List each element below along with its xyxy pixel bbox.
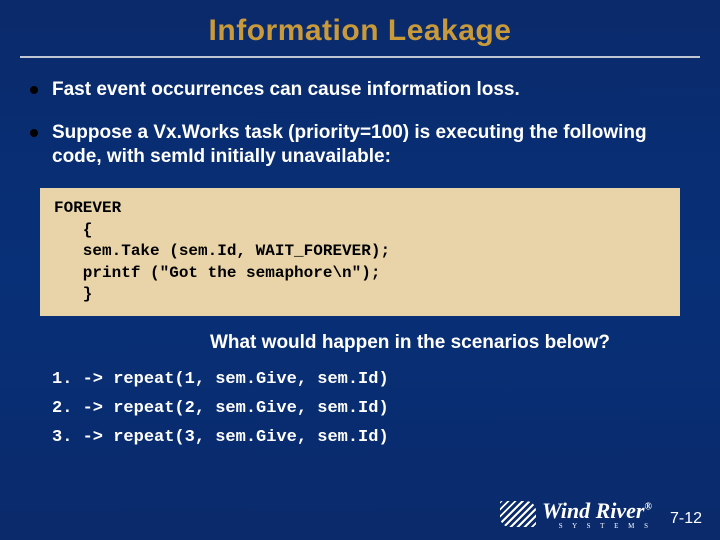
company-logo: Wind River® S Y S T E M S	[500, 498, 652, 530]
logo-subtext: S Y S T E M S	[542, 522, 652, 530]
logo-text: Wind River® S Y S T E M S	[542, 498, 652, 530]
slide-content: Fast event occurrences can cause informa…	[0, 78, 720, 453]
bullet-item: Fast event occurrences can cause informa…	[30, 78, 690, 103]
bullet-dot-icon	[30, 86, 38, 94]
registered-icon: ®	[644, 502, 651, 513]
page-number: 7-12	[670, 510, 702, 530]
question-text: What would happen in the scenarios below…	[30, 332, 690, 354]
slide-footer: Wind River® S Y S T E M S 7-12	[500, 498, 702, 530]
title-divider	[20, 56, 700, 58]
bullet-text: Suppose a Vx.Works task (priority=100) i…	[52, 121, 690, 170]
slide-title: Information Leakage	[0, 0, 720, 56]
logo-mark-icon	[500, 501, 536, 527]
bullet-item: Suppose a Vx.Works task (priority=100) i…	[30, 121, 690, 170]
code-block: FOREVER { sem.Take (sem.Id, WAIT_FOREVER…	[40, 188, 680, 316]
bullet-dot-icon	[30, 129, 38, 137]
logo-name: Wind River	[542, 498, 644, 523]
scenarios-list: 1. -> repeat(1, sem.Give, sem.Id) 2. -> …	[30, 366, 690, 453]
bullet-text: Fast event occurrences can cause informa…	[52, 78, 520, 103]
